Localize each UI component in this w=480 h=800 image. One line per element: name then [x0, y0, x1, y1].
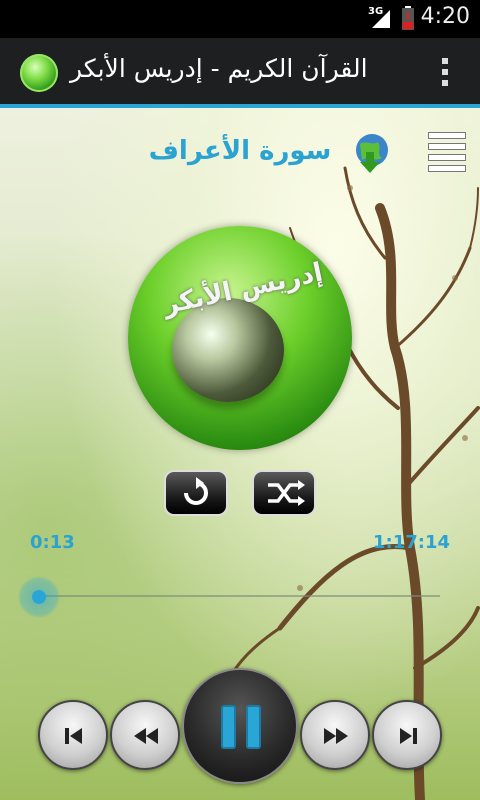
album-cover: إدريس الأبكر: [128, 226, 352, 450]
skip-previous-icon: [65, 728, 82, 744]
menu-dot: [442, 80, 448, 86]
next-track-button[interactable]: [372, 700, 442, 770]
repeat-icon: [184, 477, 208, 505]
overflow-menu-icon[interactable]: [440, 58, 450, 92]
app-title: القرآن الكريم - إدريس الأبكر: [70, 54, 368, 83]
menu-dot: [442, 58, 448, 64]
previous-track-button[interactable]: [38, 700, 108, 770]
quran-globe-icon[interactable]: [20, 54, 58, 92]
playlist-line: [428, 154, 466, 161]
rewind-icon: [134, 728, 158, 744]
clock: 4:20: [420, 4, 470, 29]
status-bar: 3G 4:20: [0, 0, 480, 38]
shuffle-icon: [268, 480, 305, 506]
pause-icon: [221, 705, 261, 749]
playlist-icon[interactable]: [428, 132, 466, 178]
shuffle-button[interactable]: [252, 470, 316, 516]
playlist-line: [428, 132, 466, 139]
globe-download-icon[interactable]: [352, 132, 392, 174]
time-total: 1:17:14: [372, 532, 450, 553]
battery-icon: [402, 6, 414, 30]
playlist-line: [428, 143, 466, 150]
player-screen: سورة الأعراف إدريس الأبكر 0:13 1:17:14: [0, 108, 480, 800]
rewind-button[interactable]: [110, 700, 180, 770]
seek-bar[interactable]: [38, 595, 440, 597]
surah-title: سورة الأعراف: [148, 136, 332, 166]
action-bar: القرآن الكريم - إدريس الأبكر: [0, 38, 480, 108]
playlist-line: [428, 165, 466, 172]
pause-button[interactable]: [182, 668, 298, 784]
menu-dot: [442, 69, 448, 75]
fast-forward-icon: [324, 728, 348, 744]
repeat-button[interactable]: [164, 470, 228, 516]
skip-next-icon: [400, 728, 417, 744]
signal-icon: [372, 10, 390, 28]
time-elapsed: 0:13: [30, 532, 75, 553]
fast-forward-button[interactable]: [300, 700, 370, 770]
